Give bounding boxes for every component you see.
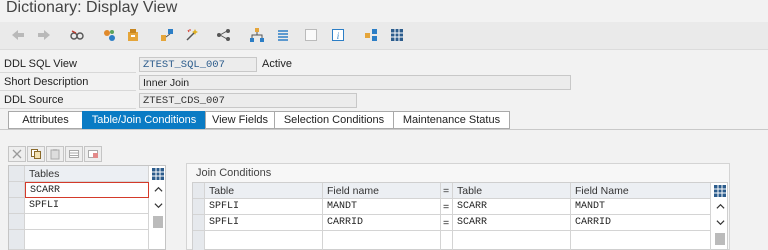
copy-icon[interactable] <box>27 146 45 162</box>
ddl-sql-view-field[interactable]: ZTEST_SQL_007 <box>139 57 257 72</box>
join-header-table[interactable]: Table <box>205 183 323 199</box>
ddl-source-field[interactable]: ZTEST_CDS_007 <box>139 93 357 108</box>
join-conditions-title: Join Conditions <box>196 167 272 179</box>
table-row-empty[interactable] <box>25 230 149 250</box>
paste-icon[interactable] <box>46 146 64 162</box>
row-selector[interactable] <box>9 214 25 230</box>
tab-strip: Attributes Table/Join Conditions View Fi… <box>8 111 510 129</box>
tab-view-fields[interactable]: View Fields <box>205 111 274 129</box>
info-icon[interactable]: i <box>329 26 347 44</box>
join-empty-cell <box>441 231 453 250</box>
short-description-row: Short Description Inner Join <box>0 74 768 91</box>
tab-attributes[interactable]: Attributes <box>8 111 82 129</box>
tables-scrollbar[interactable] <box>151 182 165 250</box>
row-selector[interactable] <box>9 198 25 214</box>
short-description-field[interactable]: Inner Join <box>139 75 571 90</box>
scroll-up-icon[interactable] <box>713 199 727 213</box>
join-empty-cell[interactable] <box>571 231 711 250</box>
join-table2-cell[interactable]: SCARR <box>453 199 571 215</box>
insert-row-icon[interactable] <box>65 146 83 162</box>
table-icon[interactable] <box>388 26 406 44</box>
tab-table-join-conditions[interactable]: Table/Join Conditions <box>82 111 205 129</box>
join-conditions-grid: Table Field name = Table Field Name SPFL… <box>192 182 728 250</box>
short-description-label: Short Description <box>4 76 89 88</box>
ddl-source-label: DDL Source <box>4 94 64 106</box>
join-header-field-name[interactable]: Field name <box>323 183 441 199</box>
tables-grid: Tables SCARR SPFLI <box>8 165 166 250</box>
object-list-icon[interactable] <box>124 26 142 44</box>
ddl-sql-view-label: DDL SQL View <box>4 58 77 70</box>
hierarchy-icon[interactable] <box>158 26 176 44</box>
scroll-up-icon[interactable] <box>151 182 165 196</box>
graph-icon[interactable] <box>362 26 380 44</box>
application-toolbar: i <box>0 22 768 50</box>
row-selector[interactable] <box>193 231 205 250</box>
list-icon[interactable] <box>274 26 292 44</box>
join-table1-cell[interactable]: SPFLI <box>205 215 323 231</box>
cut-icon[interactable] <box>8 146 26 162</box>
row-selector[interactable] <box>9 230 25 250</box>
tables-grid-toolbar <box>8 146 102 162</box>
table-row-empty[interactable] <box>25 214 149 230</box>
structure-icon[interactable] <box>248 26 266 44</box>
where-used-icon[interactable] <box>100 26 118 44</box>
join-field1-cell[interactable]: CARRID <box>323 215 441 231</box>
row-selector[interactable] <box>193 215 205 231</box>
join-conditions-scrollbar[interactable] <box>713 199 727 249</box>
glasses-icon[interactable] <box>68 26 86 44</box>
join-table1-cell[interactable]: SPFLI <box>205 199 323 215</box>
join-field1-cell[interactable]: MANDT <box>323 199 441 215</box>
status-text: Active <box>262 58 292 70</box>
table-row[interactable]: SCARR <box>25 182 149 198</box>
join-table2-cell[interactable]: SCARR <box>453 215 571 231</box>
join-header-equals: = <box>441 183 453 199</box>
join-empty-cell[interactable] <box>205 231 323 250</box>
join-equals-cell: = <box>441 199 453 215</box>
join-header-field-name[interactable]: Field Name <box>571 183 711 199</box>
tables-column-header[interactable]: Tables <box>25 166 149 182</box>
join-field2-cell[interactable]: CARRID <box>571 215 711 231</box>
back-arrow-icon[interactable] <box>9 26 27 44</box>
row-selector[interactable] <box>193 199 205 215</box>
table-row[interactable]: SPFLI <box>25 198 149 214</box>
scroll-thumb[interactable] <box>153 216 163 228</box>
navigate-icon[interactable] <box>215 26 233 44</box>
blank-icon[interactable] <box>302 26 320 44</box>
scroll-thumb[interactable] <box>715 233 725 245</box>
activate-icon[interactable] <box>183 26 201 44</box>
join-empty-cell[interactable] <box>323 231 441 250</box>
tab-divider <box>0 129 768 130</box>
ddl-source-row: DDL Source ZTEST_CDS_007 <box>0 92 768 109</box>
row-selector[interactable] <box>9 182 25 198</box>
tab-selection-conditions[interactable]: Selection Conditions <box>274 111 393 129</box>
ddl-sql-view-row: DDL SQL View ZTEST_SQL_007 Active <box>0 56 768 73</box>
column-settings-icon[interactable] <box>151 167 165 181</box>
forward-arrow-icon[interactable] <box>35 26 53 44</box>
join-header-table[interactable]: Table <box>453 183 571 199</box>
join-equals-cell: = <box>441 215 453 231</box>
delete-row-icon[interactable] <box>84 146 102 162</box>
join-field2-cell[interactable]: MANDT <box>571 199 711 215</box>
tab-maintenance-status[interactable]: Maintenance Status <box>393 111 510 129</box>
row-selector-header[interactable] <box>9 166 25 182</box>
join-empty-cell[interactable] <box>453 231 571 250</box>
scroll-down-icon[interactable] <box>151 198 165 212</box>
window-title: Dictionary: Display View <box>6 0 178 16</box>
row-selector-header[interactable] <box>193 183 205 199</box>
scroll-down-icon[interactable] <box>713 215 727 229</box>
title-bar: Dictionary: Display View <box>0 0 768 20</box>
column-settings-icon[interactable] <box>713 184 727 198</box>
